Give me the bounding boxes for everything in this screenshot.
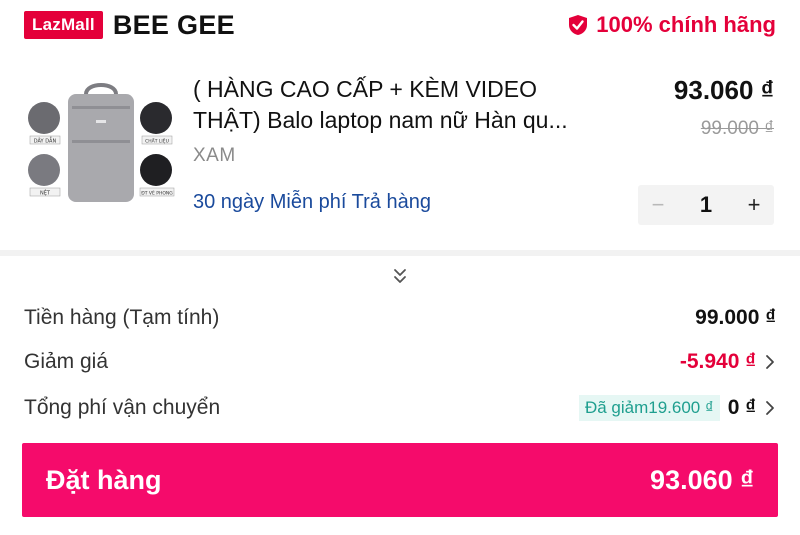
- shipping-value: 0 ₫: [727, 396, 756, 419]
- cart-item-card: LazMall BEE GEE 100% chính hãng DÂY DẪN …: [0, 0, 800, 250]
- decrease-quantity-button[interactable]: −: [638, 192, 678, 218]
- chevron-right-icon[interactable]: [764, 353, 776, 371]
- quantity-stepper: − 1 +: [638, 185, 774, 225]
- shipping-label: Tổng phí vận chuyển: [24, 396, 221, 419]
- shipping-row[interactable]: Tổng phí vận chuyển Đã giảm19.600 ₫ 0 ₫: [24, 393, 776, 423]
- product-price: 93.060 ₫: [673, 75, 774, 105]
- place-order-label: Đặt hàng: [46, 464, 162, 495]
- product-image[interactable]: DÂY DẪN CHẤT LIỆU NỆT ĐT VẼ PHONG: [26, 78, 176, 208]
- product-original-price: 99.000 ₫: [700, 118, 774, 139]
- product-title-line1: ( HÀNG CAO CẤP + KÈM VIDEO: [193, 76, 538, 102]
- order-summary: Tiền hàng (Tạm tính) 99.000 ₫ Giảm giá -…: [0, 256, 800, 535]
- subtotal-label: Tiền hàng (Tạm tính): [24, 306, 220, 329]
- chevron-right-icon[interactable]: [764, 399, 776, 417]
- order-total: 93.060 ₫: [650, 464, 754, 495]
- product-title[interactable]: ( HÀNG CAO CẤP + KÈM VIDEO THẬT) Balo la…: [193, 74, 633, 136]
- expand-chevrons-icon[interactable]: [390, 266, 410, 286]
- subtotal-value: 99.000 ₫: [695, 306, 776, 329]
- increase-quantity-button[interactable]: +: [734, 192, 774, 218]
- place-order-button[interactable]: Đặt hàng 93.060 ₫: [22, 443, 778, 517]
- image-caption: ĐT VẼ PHONG: [141, 190, 173, 197]
- shop-header[interactable]: LazMall BEE GEE 100% chính hãng: [24, 8, 776, 42]
- discount-label: Giảm giá: [24, 350, 109, 373]
- image-caption: DÂY DẪN: [34, 137, 57, 145]
- quantity-value[interactable]: 1: [678, 192, 734, 218]
- backpack-image: DÂY DẪN CHẤT LIỆU NỆT ĐT VẼ PHONG: [26, 78, 176, 208]
- product-variant[interactable]: XAM: [193, 145, 236, 167]
- discount-value: -5.940 ₫: [679, 350, 756, 373]
- image-caption: NỆT: [40, 189, 51, 197]
- subtotal-row: Tiền hàng (Tạm tính) 99.000 ₫: [24, 303, 776, 333]
- discount-row[interactable]: Giảm giá -5.940 ₫: [24, 347, 776, 377]
- product-title-line2: THẬT) Balo laptop nam nữ Hàn qu...: [193, 107, 568, 133]
- shop-name[interactable]: BEE GEE: [113, 10, 235, 41]
- shipping-saved-badge: Đã giảm19.600 ₫: [578, 395, 720, 421]
- free-return-policy[interactable]: 30 ngày Miễn phí Trả hàng: [193, 191, 431, 214]
- genuine-guarantee: 100% chính hãng: [568, 12, 776, 38]
- lazmall-badge: LazMall: [24, 11, 103, 39]
- genuine-label: 100% chính hãng: [596, 12, 776, 37]
- shield-check-icon: [569, 15, 588, 35]
